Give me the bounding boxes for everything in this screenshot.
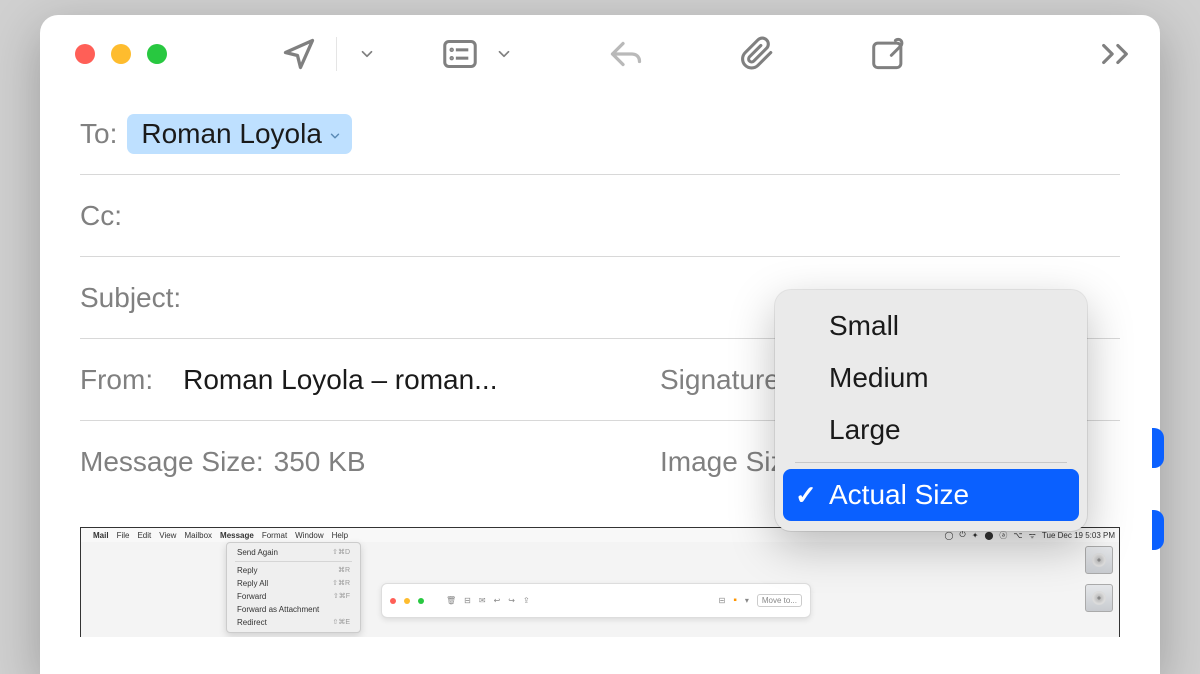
mini-clock: Tue Dec 19 5:03 PM xyxy=(1042,531,1115,540)
paperclip-icon xyxy=(741,35,775,73)
mini-icon: ▾ xyxy=(745,596,749,605)
cc-label: Cc: xyxy=(80,200,122,232)
zoom-window-button[interactable] xyxy=(147,44,167,64)
mini-min-icon xyxy=(404,598,410,604)
chevron-down-icon xyxy=(328,118,342,150)
mini-flag-icon: ▪ xyxy=(733,595,737,606)
divider xyxy=(336,37,337,71)
mini-context-menu: Send Again⇧⌘D Reply⌘R Reply All⇧⌘R Forwa… xyxy=(226,542,361,633)
send-icon xyxy=(281,36,317,72)
reply-icon xyxy=(607,36,645,72)
mini-menu-item: Format xyxy=(262,531,287,540)
ctx-item: Forward⇧⌘F xyxy=(227,590,360,603)
header-fields-button[interactable] xyxy=(437,34,483,74)
disk-icon xyxy=(1085,546,1113,574)
message-size-label: Message Size: xyxy=(80,446,264,478)
from-label: From: xyxy=(80,364,153,396)
ctx-item: Reply All⇧⌘R xyxy=(227,577,360,590)
image-size-option-small[interactable]: Small xyxy=(783,300,1079,352)
disk-icon xyxy=(1085,584,1113,612)
signature-dropdown-edge xyxy=(1152,428,1164,468)
image-size-option-large[interactable]: Large xyxy=(783,404,1079,456)
more-button[interactable] xyxy=(1090,34,1140,74)
mini-icon: ⇪ xyxy=(523,596,530,605)
mini-menu-item: Window xyxy=(295,531,323,540)
minimize-window-button[interactable] xyxy=(111,44,131,64)
traffic-lights xyxy=(75,44,167,64)
mini-status-icon: ᯤ xyxy=(1029,530,1036,541)
header-fields-dropdown[interactable] xyxy=(489,34,519,74)
mini-icon: 🗑 xyxy=(446,596,456,605)
image-size-dropdown-edge xyxy=(1152,510,1164,550)
mini-mail-window: 🗑 ⊟ ✉ ↩ ↪ ⇪ ⊟ ▪ ▾ Move to... xyxy=(381,583,811,618)
mini-move-to: Move to... xyxy=(757,594,802,607)
to-field-row[interactable]: To: Roman Loyola xyxy=(80,93,1120,175)
message-size-value: 350 KB xyxy=(274,446,366,478)
image-size-menu: Small Medium Large Actual Size xyxy=(775,290,1087,531)
mini-menu-item: View xyxy=(159,531,176,540)
chevron-down-icon xyxy=(358,45,376,63)
ctx-item: Redirect⇧⌘E xyxy=(227,616,360,629)
send-button[interactable] xyxy=(274,34,324,74)
mini-close-icon xyxy=(390,598,396,604)
format-icon xyxy=(442,38,478,70)
send-options-dropdown[interactable] xyxy=(349,34,385,74)
to-label: To: xyxy=(80,118,117,150)
mini-menu-item: Help xyxy=(332,531,348,540)
mini-icon: ✉ xyxy=(479,596,486,605)
image-size-option-actual[interactable]: Actual Size xyxy=(783,469,1079,521)
markup-icon xyxy=(871,36,909,72)
mini-icon: ⊟ xyxy=(464,596,471,605)
cc-field-row[interactable]: Cc: xyxy=(80,175,1120,257)
chevrons-right-icon xyxy=(1098,42,1132,66)
chevron-down-icon xyxy=(495,45,513,63)
mini-status-icon: ◯ xyxy=(944,531,953,540)
mini-status-icon: ⓐ xyxy=(999,530,1007,541)
mini-status-icon: ⌥ xyxy=(1013,531,1022,540)
mini-icon: ↪ xyxy=(508,596,515,605)
ctx-item: Send Again⇧⌘D xyxy=(227,546,360,559)
recipient-chip[interactable]: Roman Loyola xyxy=(127,114,352,154)
mini-zoom-icon xyxy=(418,598,424,604)
mini-icon: ↩ xyxy=(494,596,501,605)
ctx-item: Reply⌘R xyxy=(227,564,360,577)
recipient-name: Roman Loyola xyxy=(141,118,322,150)
mini-menu-item: Message xyxy=(220,531,254,540)
image-size-option-medium[interactable]: Medium xyxy=(783,352,1079,404)
mini-menu-item: Edit xyxy=(137,531,151,540)
mini-status-icon: ⬤ xyxy=(984,531,993,540)
mini-menu-item: Mail xyxy=(93,531,109,540)
signature-label: Signature: xyxy=(660,364,788,396)
markup-button[interactable] xyxy=(865,34,915,74)
mini-menu-item: Mailbox xyxy=(184,531,212,540)
from-value[interactable]: Roman Loyola – roman... xyxy=(183,364,497,396)
menu-separator xyxy=(795,462,1067,463)
mini-icon: ⊟ xyxy=(719,596,726,605)
ctx-item: Forward as Attachment xyxy=(227,603,360,616)
mini-status-icon: ✦ xyxy=(972,531,979,540)
reply-button[interactable] xyxy=(601,34,651,74)
attach-button[interactable] xyxy=(733,34,783,74)
attachment-preview: Mail File Edit View Mailbox Message Form… xyxy=(80,527,1120,637)
close-window-button[interactable] xyxy=(75,44,95,64)
mini-menu-item: File xyxy=(117,531,130,540)
subject-label: Subject: xyxy=(80,282,181,314)
toolbar xyxy=(40,15,1160,93)
mini-status-icon: ⏻ xyxy=(959,530,965,540)
